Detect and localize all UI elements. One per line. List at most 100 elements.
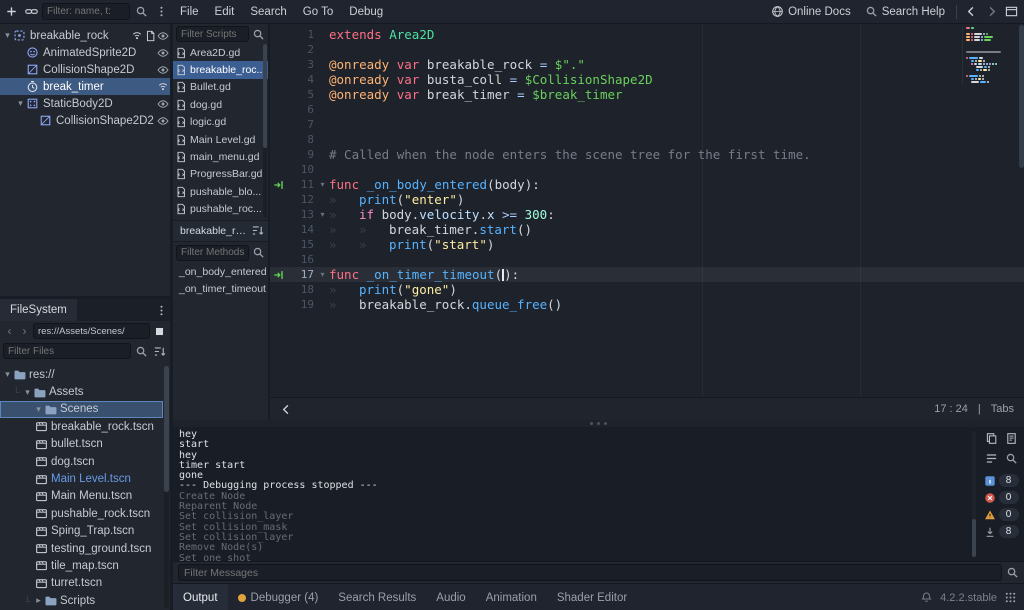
- code-line-14[interactable]: 14»»break_timer.start(): [270, 222, 1024, 237]
- horizontal-splitter[interactable]: [173, 420, 1024, 427]
- editor-scrollbar[interactable]: [1019, 23, 1024, 398]
- scene-dock-menu-button[interactable]: [152, 3, 170, 21]
- signal-connection-icon[interactable]: [270, 179, 288, 191]
- signal-icon[interactable]: [157, 81, 169, 93]
- file-main-level-tscn[interactable]: Main Level.tscn: [0, 470, 163, 487]
- bottom-tab-search-results[interactable]: Search Results: [328, 584, 426, 610]
- scene-node-staticbody2d[interactable]: ▾StaticBody2D: [0, 95, 170, 112]
- script-item-logic-gd[interactable]: logic.gd: [173, 114, 268, 131]
- scrollbar-thumb[interactable]: [972, 519, 976, 557]
- scene-node-collisionshape2d2[interactable]: CollisionShape2D2: [0, 112, 170, 129]
- file-assets[interactable]: └▾Assets: [0, 383, 163, 400]
- history-forward-button[interactable]: [982, 3, 1000, 21]
- filesystem-scrollbar[interactable]: [164, 366, 169, 608]
- code-line-19[interactable]: 19»breakable_rock.queue_free(): [270, 297, 1024, 312]
- script-list-scrollbar[interactable]: [263, 44, 267, 218]
- scene-node-breakable-rock[interactable]: ▾breakable_rock: [0, 27, 170, 44]
- code-line-11[interactable]: 11▾func _on_body_entered(body):: [270, 177, 1024, 192]
- script-icon[interactable]: [144, 30, 156, 42]
- make-floating-button[interactable]: [1002, 3, 1020, 21]
- fs-back-button[interactable]: ‹: [3, 324, 16, 338]
- script-item-area2d-gd[interactable]: Area2D.gd: [173, 44, 268, 61]
- editor-messages-filter-button[interactable]: 8: [984, 525, 1019, 538]
- code-line-13[interactable]: 13▾»if body.velocity.x >= 300:: [270, 207, 1024, 222]
- script-item-bullet-gd[interactable]: Bullet.gd: [173, 79, 268, 96]
- code-line-18[interactable]: 18»print("gone"): [270, 282, 1024, 297]
- filter-methods-input[interactable]: [176, 245, 249, 261]
- code-line-9[interactable]: 9# Called when the node enters the scene…: [270, 147, 1024, 162]
- code-line-4[interactable]: 4@onready var busta_coll = $CollisionSha…: [270, 72, 1024, 87]
- bottom-tab-output[interactable]: Output: [173, 584, 228, 610]
- file-tile-map-tscn[interactable]: tile_map.tscn: [0, 557, 163, 574]
- fs-sort-button[interactable]: [152, 344, 167, 359]
- history-back-button[interactable]: [962, 3, 980, 21]
- expand-arrow-icon[interactable]: ▾: [22, 387, 33, 398]
- scene-node-break-timer[interactable]: break_timer: [0, 78, 170, 95]
- script-item-main-level-gd[interactable]: Main Level.gd: [173, 131, 268, 148]
- menu-edit[interactable]: Edit: [207, 0, 243, 23]
- code-line-5[interactable]: 5@onready var break_timer = $break_timer: [270, 87, 1024, 102]
- bottom-tab-animation[interactable]: Animation: [476, 584, 547, 610]
- filter-files-input[interactable]: [3, 343, 131, 359]
- expand-arrow-icon[interactable]: ▾: [33, 404, 44, 415]
- messages-filter-button[interactable]: 8: [984, 474, 1019, 487]
- current-script-row[interactable]: breakable_rock.g: [173, 220, 268, 242]
- code-line-16[interactable]: 16: [270, 252, 1024, 267]
- menu-file[interactable]: File: [172, 0, 207, 23]
- toggle-split-mode-button[interactable]: [152, 324, 167, 339]
- code-line-6[interactable]: 6: [270, 102, 1024, 117]
- output-search-button[interactable]: [1003, 450, 1019, 466]
- expand-arrow-icon[interactable]: ▸: [33, 595, 44, 606]
- signal-icon[interactable]: [131, 30, 143, 42]
- fold-arrow-icon[interactable]: ▾: [316, 180, 329, 189]
- bell-icon[interactable]: [920, 591, 933, 604]
- code-line-7[interactable]: 7: [270, 117, 1024, 132]
- method-item-on-timer-timeout[interactable]: _on_timer_timeout: [173, 280, 268, 297]
- menu-go-to[interactable]: Go To: [295, 0, 341, 23]
- vertical-splitter[interactable]: [170, 23, 173, 610]
- eye-icon[interactable]: [157, 64, 169, 76]
- eye-icon[interactable]: [157, 47, 169, 59]
- layout-grid-icon[interactable]: [1004, 591, 1017, 604]
- menu-debug[interactable]: Debug: [341, 0, 391, 23]
- fs-search-button[interactable]: [134, 344, 149, 359]
- eye-icon[interactable]: [157, 115, 169, 127]
- file-bullet-tscn[interactable]: bullet.tscn: [0, 436, 163, 453]
- word-wrap-button[interactable]: [983, 450, 999, 466]
- code-line-12[interactable]: 12»print("enter"): [270, 192, 1024, 207]
- console-scrollbar[interactable]: [972, 431, 976, 557]
- file-testing-ground-tscn[interactable]: testing_ground.tscn: [0, 540, 163, 557]
- bottom-tab-debugger-4[interactable]: Debugger (4): [228, 584, 329, 610]
- code-line-17[interactable]: 17▾func _on_timer_timeout():: [270, 267, 1024, 282]
- code-line-10[interactable]: 10: [270, 162, 1024, 177]
- file-pushable-rock-tscn[interactable]: pushable_rock.tscn: [0, 505, 163, 522]
- signal-connection-icon[interactable]: [270, 269, 288, 281]
- errors-filter-button[interactable]: 0: [984, 491, 1019, 504]
- file-breakable-rock-tscn[interactable]: breakable_rock.tscn: [0, 418, 163, 435]
- file-scenes[interactable]: └▾Scenes: [0, 401, 163, 418]
- fold-arrow-icon[interactable]: ▾: [316, 270, 329, 279]
- scrollbar-thumb[interactable]: [164, 366, 169, 492]
- file-dog-tscn[interactable]: dog.tscn: [0, 453, 163, 470]
- add-node-button[interactable]: [2, 3, 20, 21]
- expand-arrow-icon[interactable]: ▾: [2, 369, 13, 380]
- scrollbar-thumb[interactable]: [1019, 25, 1024, 168]
- chevron-left-icon[interactable]: [280, 403, 293, 416]
- console-log[interactable]: heystartheytimer startgone--- Debugging …: [173, 427, 978, 561]
- search-help-button[interactable]: Search Help: [859, 2, 951, 22]
- fold-arrow-icon[interactable]: ▾: [316, 210, 329, 219]
- code-minimap[interactable]: [962, 27, 1018, 84]
- file-turret-tscn[interactable]: turret.tscn: [0, 575, 163, 592]
- scene-node-collisionshape2d[interactable]: CollisionShape2D: [0, 61, 170, 78]
- file-sping-trap-tscn[interactable]: Sping_Trap.tscn: [0, 523, 163, 540]
- instantiate-scene-button[interactable]: [22, 3, 40, 21]
- filter-scripts-input[interactable]: [176, 26, 249, 42]
- online-docs-button[interactable]: Online Docs: [765, 2, 857, 22]
- method-item-on-body-entered[interactable]: _on_body_entered: [173, 263, 268, 280]
- code-line-1[interactable]: 1extends Area2D: [270, 27, 1024, 42]
- bottom-tab-shader-editor[interactable]: Shader Editor: [547, 584, 637, 610]
- warnings-filter-button[interactable]: 0: [984, 508, 1019, 521]
- scrollbar-thumb[interactable]: [263, 44, 267, 148]
- script-item-main-menu-gd[interactable]: main_menu.gd: [173, 148, 268, 165]
- code-line-15[interactable]: 15»»print("start"): [270, 237, 1024, 252]
